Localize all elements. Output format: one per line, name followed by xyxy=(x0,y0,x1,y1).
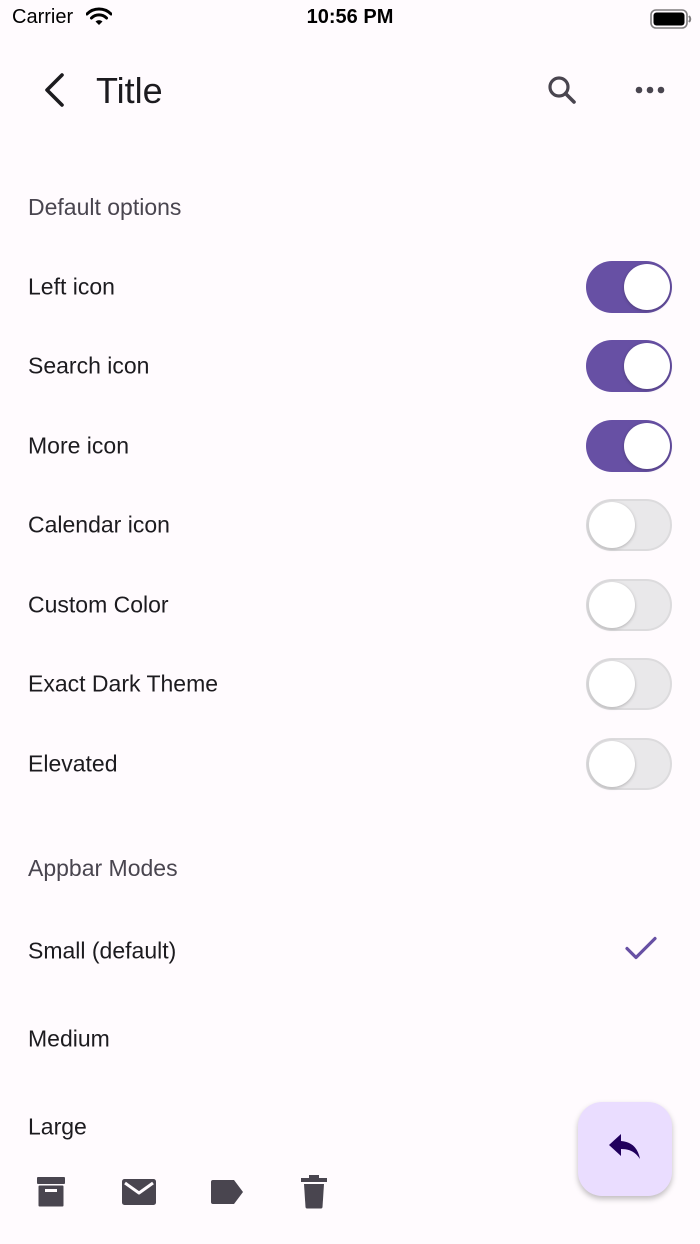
option-label: Elevated xyxy=(28,750,118,776)
option-row-search-icon[interactable]: Search icon xyxy=(0,326,700,405)
back-arrow-icon[interactable] xyxy=(30,66,78,114)
toggle-switch[interactable] xyxy=(586,419,672,472)
option-row-more-icon[interactable]: More icon xyxy=(0,406,700,485)
mode-row-medium[interactable]: Medium xyxy=(0,995,700,1083)
option-label: Search icon xyxy=(28,352,150,378)
option-label: Custom Color xyxy=(28,591,169,617)
option-row-custom-color[interactable]: Custom Color xyxy=(0,565,700,644)
label-icon[interactable] xyxy=(207,1172,247,1212)
toggle-switch[interactable] xyxy=(586,578,672,631)
switch-knob xyxy=(589,660,635,707)
mode-label: Medium xyxy=(28,1025,110,1052)
battery-icon xyxy=(650,9,692,34)
switch-knob xyxy=(624,263,670,310)
switch-knob xyxy=(589,581,635,628)
option-row-exact-dark-theme[interactable]: Exact Dark Theme xyxy=(0,644,700,723)
toggle-switch[interactable] xyxy=(586,657,672,710)
switch-knob xyxy=(589,740,635,787)
option-label: Calendar icon xyxy=(28,511,170,537)
search-icon[interactable] xyxy=(538,66,586,114)
option-label: More icon xyxy=(28,432,129,458)
archive-icon[interactable] xyxy=(31,1172,71,1212)
check-icon xyxy=(624,936,658,967)
mode-row-small[interactable]: Small (default) xyxy=(0,907,700,995)
reply-icon xyxy=(608,1133,642,1166)
option-row-elevated[interactable]: Elevated xyxy=(0,724,700,803)
top-app-bar: Title xyxy=(0,50,700,130)
toggle-switch[interactable] xyxy=(586,737,672,790)
option-label: Exact Dark Theme xyxy=(28,670,219,696)
switch-knob xyxy=(624,422,670,469)
delete-icon[interactable] xyxy=(294,1172,334,1212)
status-time: 10:56 PM xyxy=(306,6,394,28)
reply-fab-button[interactable] xyxy=(578,1102,672,1196)
mode-label: Small (default) xyxy=(28,937,177,964)
option-row-left-icon[interactable]: Left icon xyxy=(0,247,700,326)
appbar-modes-header: Appbar Modes xyxy=(28,855,178,881)
default-options-header: Default options xyxy=(28,194,182,220)
option-row-calendar-icon[interactable]: Calendar icon xyxy=(0,485,700,564)
app-bar-title: Title xyxy=(96,70,163,111)
option-label: Left icon xyxy=(28,273,115,299)
toggle-switch[interactable] xyxy=(586,339,672,392)
toggle-switch[interactable] xyxy=(586,260,672,313)
switch-knob xyxy=(589,501,635,548)
status-bar: Carrier 10:56 PM xyxy=(0,0,700,36)
toggle-switch[interactable] xyxy=(586,498,672,551)
mode-label: Large xyxy=(28,1113,87,1140)
mail-icon[interactable] xyxy=(119,1172,159,1212)
more-horizontal-icon[interactable] xyxy=(626,66,674,114)
switch-knob xyxy=(624,342,670,389)
